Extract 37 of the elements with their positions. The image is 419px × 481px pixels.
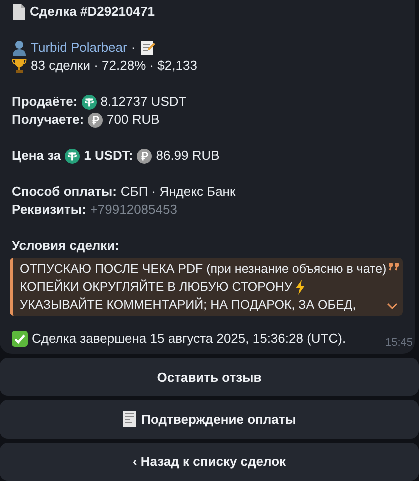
quote-icon xyxy=(389,263,399,271)
terms-line: ОТПУСКАЮ ПОСЛЕ ЧЕКА PDF (при незнание объясню в чате) xyxy=(20,261,387,278)
receipt-icon xyxy=(122,411,136,428)
tether-coin-icon xyxy=(82,94,97,110)
amount-label: Получаете: xyxy=(12,111,84,129)
amount-value: 700 RUB xyxy=(107,111,160,129)
price-label: Цена за xyxy=(12,147,62,165)
price-base: 1 USDT: xyxy=(84,147,134,165)
terms-label: Условия сделки: xyxy=(12,237,120,255)
inline-button[interactable]: Подтверждение оплаты xyxy=(0,400,419,439)
user-link[interactable]: Turbid Polarbear xyxy=(31,39,128,57)
tether-coin-icon xyxy=(65,148,80,164)
amount-label: Продаёте: xyxy=(12,93,78,111)
ruble-coin-icon xyxy=(88,112,104,128)
memo-icon[interactable] xyxy=(140,40,156,56)
phone-number[interactable]: +79912085453 xyxy=(90,201,178,219)
separator: · xyxy=(131,39,136,57)
ruble-coin-icon xyxy=(137,148,152,164)
payment-method: СБП · Яндекс Банк xyxy=(120,183,236,201)
inline-button[interactable]: Оставить отзыв xyxy=(0,358,419,396)
deal-title: Сделка #D29210471 xyxy=(30,3,155,21)
message-time: 15:45 xyxy=(385,336,413,351)
price-value: 86.99 RUB xyxy=(156,147,220,165)
amount-value: 8.12737 USDT xyxy=(100,93,187,111)
user-icon xyxy=(12,40,27,56)
status-text: Сделка завершена 15 августа 2025, 15:36:28 (UTC). xyxy=(32,330,346,348)
requisites-label: Реквизиты: xyxy=(12,201,86,219)
expand-chevron-icon[interactable] xyxy=(387,303,398,310)
lightning-icon xyxy=(295,280,306,294)
payment-label: Способ оплаты: xyxy=(12,183,117,201)
trophy-icon xyxy=(12,58,27,74)
terms-line: УКАЗЫВАЙТЕ КОММЕНТАРИЙ; НА ПОДАРОК, ЗА ОБЕД, xyxy=(20,296,356,314)
trader-stats: 83 сделки · 72.28% · $2,133 xyxy=(31,57,198,75)
document-icon xyxy=(12,4,26,20)
inline-button[interactable]: ‹ Назад к списку сделок xyxy=(0,442,419,481)
check-icon xyxy=(12,331,28,347)
terms-line: КОПЕЙКИ ОКРУГЛЯЙТЕ В ЛЮБУЮ СТОРОНУ xyxy=(20,278,292,296)
